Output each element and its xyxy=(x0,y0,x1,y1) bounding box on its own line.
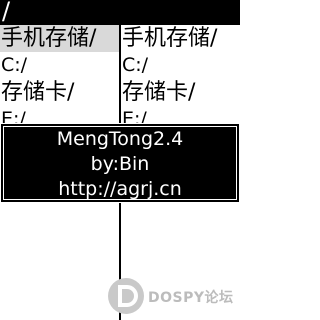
list-item-phone-storage-drive[interactable]: C:/ xyxy=(0,52,119,79)
path-bar: / xyxy=(0,0,240,25)
current-path: / xyxy=(2,0,11,25)
watermark-text: DOSPY论坛 xyxy=(148,290,234,306)
app-name-version: MengTong2.4 xyxy=(56,128,184,150)
dospy-logo-icon xyxy=(108,278,144,314)
list-item-phone-storage[interactable]: 手机存储/ xyxy=(0,25,119,52)
list-item-phone-storage-drive[interactable]: C:/ xyxy=(121,52,240,79)
website-url: http://agrj.cn xyxy=(58,178,182,200)
list-item-memory-card[interactable]: 存储卡/ xyxy=(121,79,240,106)
author-credit: by:Bin xyxy=(90,153,150,175)
about-dialog[interactable]: MengTong2.4 by:Bin http://agrj.cn xyxy=(0,123,240,203)
list-item-phone-storage[interactable]: 手机存储/ xyxy=(121,25,240,52)
list-item-memory-card[interactable]: 存储卡/ xyxy=(0,79,119,106)
dospy-watermark: DOSPY论坛 xyxy=(108,278,236,314)
about-dialog-frame: MengTong2.4 by:Bin http://agrj.cn xyxy=(3,126,237,200)
